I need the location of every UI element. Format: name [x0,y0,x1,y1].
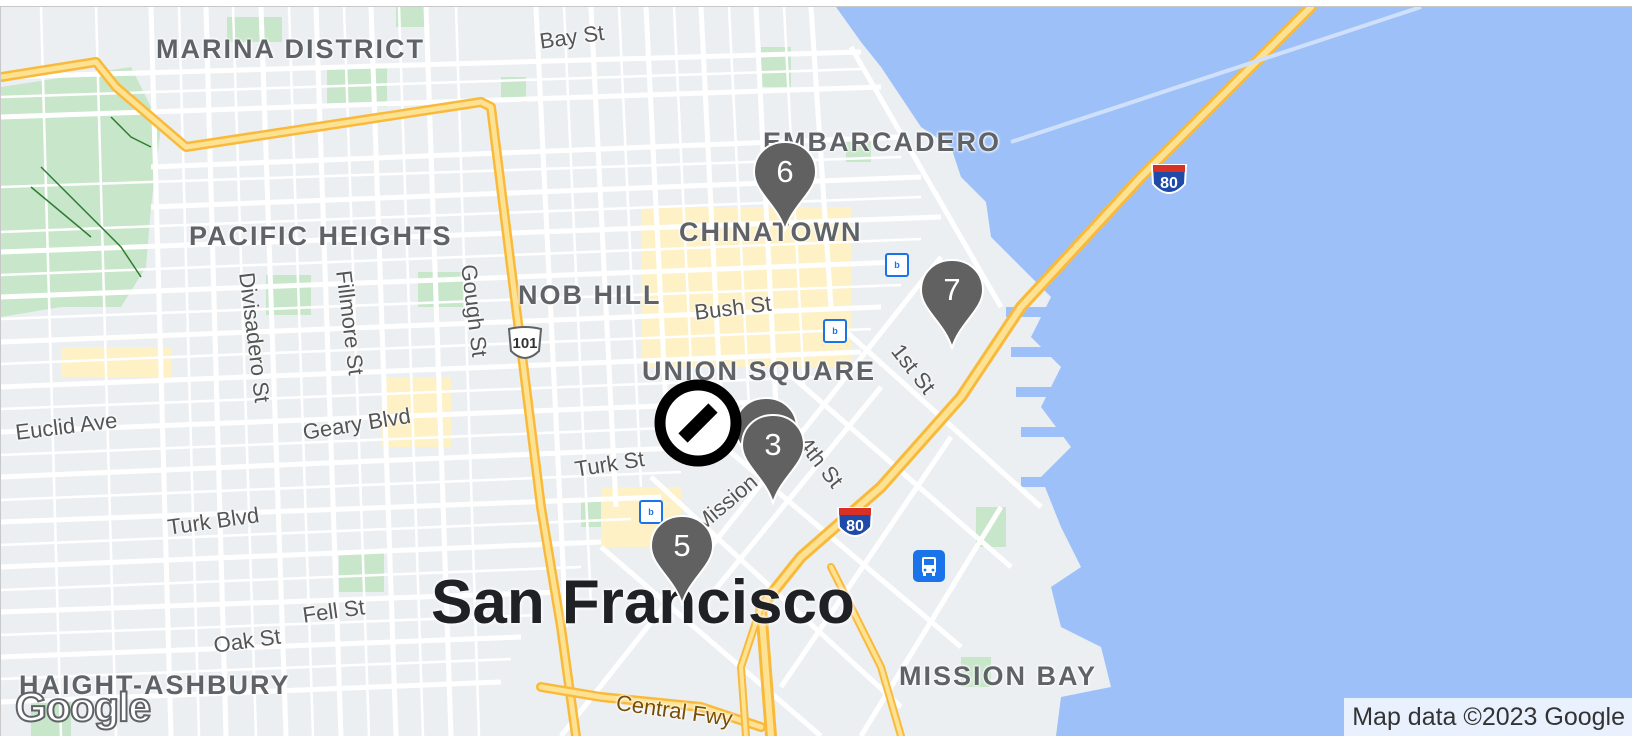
district-label-nob-hill: NOB HILL [518,280,662,310]
map-marker-label: 6 [776,154,794,189]
i-80-shield-number: 80 [846,518,864,535]
no-entry-marker[interactable] [652,377,744,469]
district-label-pacific-heights: PACIFIC HEIGHTS [189,221,453,251]
map-marker-7[interactable]: 7 [919,258,985,350]
bart-station-icon[interactable]: b [885,253,909,277]
map-marker-3[interactable]: 3 [740,413,806,505]
map-attribution[interactable]: Map data ©2023 Google [1344,698,1632,736]
map-marker-label: 7 [943,272,961,307]
us-101-shield-icon: 101 [505,325,545,365]
map-marker-label: 5 [673,528,691,563]
city-label: San Francisco [431,568,855,637]
us-101-shield-number: 101 [512,335,538,352]
google-logo[interactable]: Google [14,683,152,731]
i-80-shield-icon: 80 [835,505,875,545]
map-marker-label: 3 [764,427,782,462]
bart-station-icon[interactable]: b [823,319,847,343]
map-marker-5[interactable]: 5 [649,514,715,606]
map-marker-6[interactable]: 6 [752,140,818,232]
no-entry-icon [654,379,742,467]
i-80-shield-icon: 80 [1149,162,1189,202]
map-canvas[interactable]: MARINA DISTRICT EMBARCADERO CHINATOWN PA… [0,6,1632,736]
district-label-mission-bay: MISSION BAY [899,661,1098,691]
bus-station-icon[interactable] [913,550,945,582]
district-label-marina: MARINA DISTRICT [156,34,425,64]
i-80-shield-number: 80 [1160,175,1178,192]
